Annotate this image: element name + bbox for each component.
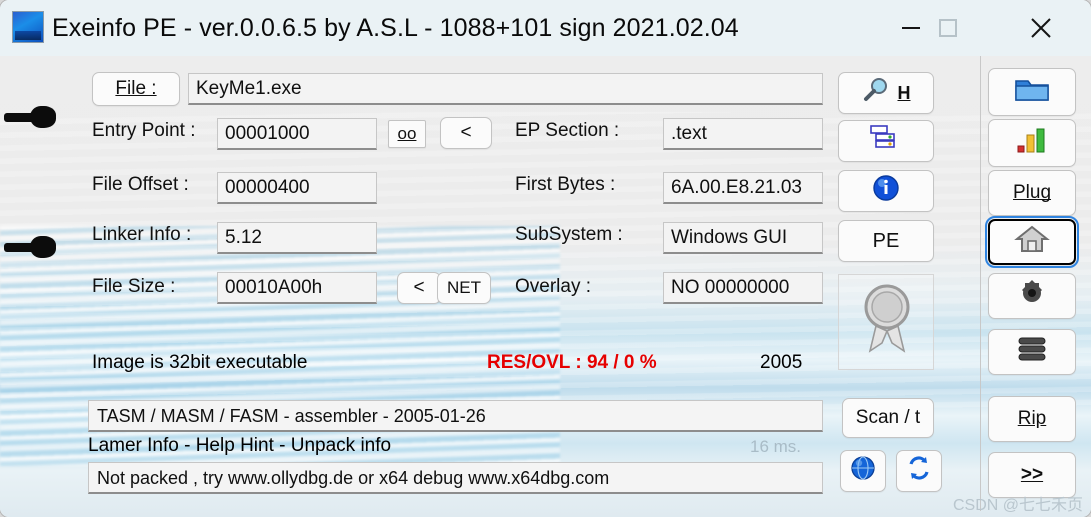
exeinfo-app-icon (12, 11, 44, 43)
subsystem-input[interactable]: Windows GUI (663, 222, 823, 254)
file-size-input[interactable]: 00010A00h (217, 272, 377, 304)
image-type-text: Image is 32bit executable (92, 352, 308, 373)
ep-section-input[interactable]: .text (663, 118, 823, 150)
sections-button[interactable] (838, 120, 934, 162)
search-hex-button[interactable]: H (838, 72, 934, 114)
overlay-label: Overlay : (515, 276, 592, 297)
options-button[interactable] (988, 273, 1076, 319)
title-bar: Exeinfo PE - ver.0.0.6.5 by A.S.L - 1088… (0, 0, 1091, 57)
size-back-button-label: < (413, 277, 425, 298)
bar-chart-icon (1014, 126, 1050, 160)
entropy-button[interactable] (988, 119, 1076, 167)
elapsed-time-text: 16 ms. (750, 437, 802, 456)
size-back-button[interactable]: < (397, 272, 441, 304)
home-button[interactable] (985, 216, 1079, 268)
watermark-text: CSDN @七七禾页 (952, 497, 1083, 514)
refresh-button[interactable] (896, 450, 942, 492)
file-button[interactable]: File : (92, 72, 180, 106)
overlay-input[interactable]: NO 00000000 (663, 272, 823, 304)
file-offset-label: File Offset : (92, 174, 189, 195)
info-circle-icon (872, 174, 900, 208)
left-pointer-top-icon (4, 104, 62, 130)
net-button[interactable]: NET (437, 272, 491, 304)
magnifier-icon (862, 77, 892, 109)
unpack-info-text: Not packed , try www.ollydbg.de or x64 d… (88, 462, 823, 494)
window-frame: Exeinfo PE - ver.0.0.6.5 by A.S.L - 1088… (0, 0, 1091, 517)
house-icon (1014, 224, 1050, 260)
net-button-label: NET (447, 278, 481, 297)
file-offset-input[interactable]: 00000400 (217, 172, 377, 204)
gear-icon (1017, 278, 1047, 314)
folder-icon (1013, 74, 1051, 110)
scan-button-label: Scan / t (855, 407, 921, 428)
res-ovl-text: RES/OVL : 94 / 0 % (487, 352, 657, 373)
linker-info-input[interactable]: 5.12 (217, 222, 377, 254)
window-title: Exeinfo PE - ver.0.0.6.5 by A.S.L - 1088… (52, 14, 739, 42)
first-bytes-label: First Bytes : (515, 174, 616, 195)
left-pointer-bottom-icon (4, 234, 62, 260)
oo-button[interactable]: oo (388, 120, 426, 148)
refresh-arrows-icon (905, 454, 933, 488)
sections-list-icon (869, 123, 903, 159)
plugins-button[interactable]: Plug (988, 170, 1076, 216)
scan-button[interactable]: Scan / t (842, 398, 934, 438)
exeinfo-pe-window: Exeinfo PE - ver.0.0.6.5 by A.S.L - 1088… (0, 0, 1091, 517)
linker-info-label: Linker Info : (92, 224, 192, 245)
year-text: 2005 (760, 352, 803, 373)
plugins-button-label: Plug (1012, 182, 1052, 203)
ep-back-button-label: < (460, 122, 472, 143)
oo-button-label: oo (397, 124, 417, 143)
ep-section-label: EP Section : (515, 120, 620, 141)
globe-button[interactable] (840, 450, 886, 492)
first-bytes-input[interactable]: 6A.00.E8.21.03 (663, 172, 823, 204)
pe-button-label: PE (872, 229, 900, 252)
file-path-input[interactable]: KeyMe1.exe (188, 73, 823, 105)
rip-button[interactable]: Rip (988, 396, 1076, 442)
file-button-label: File : (115, 78, 157, 99)
search-hex-button-label: H (897, 82, 911, 103)
rip-button-label: Rip (1017, 408, 1047, 429)
sidebar-divider (980, 56, 981, 511)
info-button[interactable] (838, 170, 934, 212)
medal-panel (838, 274, 934, 370)
more-button-label: >> (1020, 464, 1044, 485)
pe-button[interactable]: PE (838, 220, 934, 262)
close-button[interactable] (1006, 0, 1076, 56)
subsystem-label: SubSystem : (515, 224, 623, 245)
stack-layers-icon (1014, 335, 1050, 369)
stack-button[interactable] (988, 329, 1076, 375)
open-file-button[interactable] (988, 68, 1076, 116)
entry-point-label: Entry Point : (92, 120, 196, 141)
scan-result-text: TASM / MASM / FASM - assembler - 2005-01… (88, 400, 823, 432)
hint-line-text: Lamer Info - Help Hint - Unpack info (88, 435, 392, 456)
globe-icon (850, 455, 876, 487)
ep-back-button[interactable]: < (440, 117, 492, 149)
maximize-button[interactable] (917, 0, 979, 56)
file-size-label: File Size : (92, 276, 176, 297)
entry-point-input[interactable]: 00001000 (217, 118, 377, 150)
